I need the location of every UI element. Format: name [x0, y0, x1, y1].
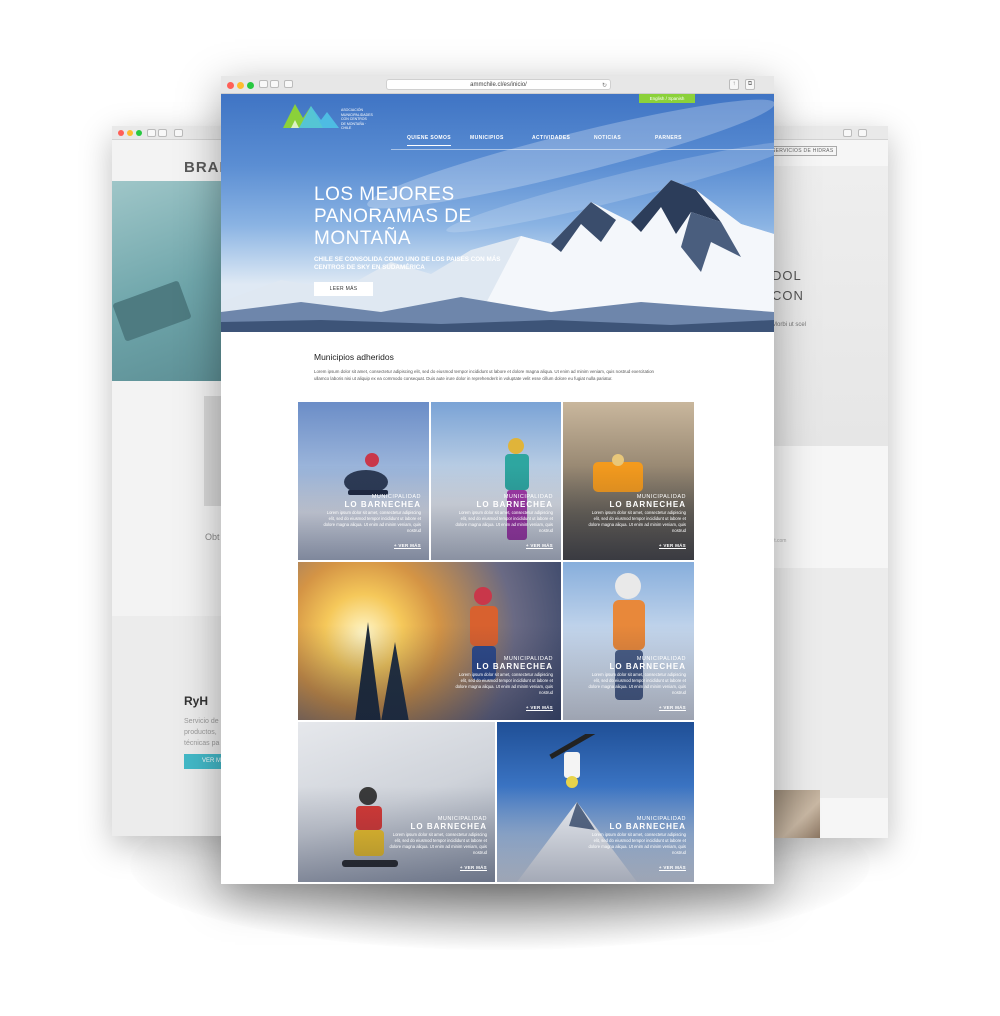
nav-municipios[interactable]: MUNICIPIOS	[470, 135, 504, 141]
tile-description: Lorem ipsum dolor sit amet, consectetur …	[455, 672, 553, 695]
tile-name: LO BARNECHEA	[476, 662, 553, 671]
hero-title: LOS MEJORES PANORAMAS DE MONTAÑA	[314, 184, 472, 249]
tile-name: LO BARNECHEA	[609, 500, 686, 509]
share-icon[interactable]: ↑	[729, 79, 739, 90]
municipio-tile[interactable]: MUNICIPALIDAD LO BARNECHEA Lorem ipsum d…	[563, 562, 694, 720]
municipio-tile[interactable]: MUNICIPALIDAD LO BARNECHEA Lorem ipsum d…	[298, 402, 429, 560]
tile-description: Lorem ipsum dolor sit amet, consectetur …	[323, 510, 421, 533]
heading-line-1: DOL	[772, 268, 802, 283]
tile-name: LO BARNECHEA	[410, 822, 487, 831]
tile-name: LO BARNECHEA	[609, 822, 686, 831]
main-chrome: ammchile.cl/es/inicio/ ↻ ↑ ⧉	[221, 76, 774, 94]
municipios-grid: MUNICIPALIDAD LO BARNECHEA Lorem ipsum d…	[298, 402, 694, 884]
tablet-shape	[112, 280, 192, 342]
tile-caption: MUNICIPALIDAD LO BARNECHEA Lorem ipsum d…	[586, 494, 686, 552]
ryh-description: Servicio de productos, técnicas pa	[184, 718, 220, 747]
hero-section: ASOCIACIÓN MUNICIPALIDADES CON CENTROS D…	[221, 94, 774, 332]
minimize-dot-icon[interactable]	[237, 82, 244, 89]
forward-arrow-icon[interactable]	[158, 129, 167, 137]
ver-mas-link[interactable]: + VER MÁS	[658, 705, 686, 711]
sidebar-icon[interactable]	[174, 129, 183, 137]
main-browser-window: ammchile.cl/es/inicio/ ↻ ↑ ⧉ ASOCIACIÓN …	[221, 76, 774, 884]
grey-block	[204, 396, 222, 506]
share-icon[interactable]	[843, 129, 852, 137]
tile-caption: MUNICIPALIDAD LO BARNECHEA Lorem ipsum d…	[321, 494, 421, 552]
tile-name: LO BARNECHEA	[344, 500, 421, 509]
hero-body-text: Morbi ut scel	[772, 322, 807, 328]
municipio-tile[interactable]: MUNICIPALIDAD LO BARNECHEA Lorem ipsum d…	[563, 402, 694, 560]
services-nav-button[interactable]: SERVICIOS DE HIDRAS	[768, 146, 838, 156]
ver-mas-link[interactable]: + VER MÁS	[658, 865, 686, 871]
mockup-stage: BRAND Obt RyH Servicio de productos, téc…	[0, 0, 1000, 1016]
address-bar[interactable]: ammchile.cl/es/inicio/ ↻	[386, 79, 611, 90]
tabs-icon[interactable]	[858, 129, 867, 137]
ver-mas-link[interactable]: + VER MÁS	[459, 865, 487, 871]
obt-text: Obt	[205, 532, 220, 542]
zoom-dot-icon[interactable]	[136, 130, 142, 136]
tile-description: Lorem ipsum dolor sit amet, consectetur …	[389, 832, 487, 855]
ver-mas-button[interactable]: VER M	[184, 754, 224, 769]
logo-text: ASOCIACIÓN MUNICIPALIDADES CON CENTROS D…	[341, 108, 373, 130]
nav-parners[interactable]: PARNERS	[655, 135, 682, 141]
nav-noticias[interactable]: NOTICIAS	[594, 135, 621, 141]
nav-divider	[391, 149, 774, 150]
forward-arrow-icon[interactable]	[270, 80, 279, 88]
tile-caption: MUNICIPALIDAD LO BARNECHEA Lorem ipsum d…	[586, 816, 686, 874]
hero-heading: DOL CON	[772, 266, 804, 306]
municipio-tile[interactable]: MUNICIPALIDAD LO BARNECHEA Lorem ipsum d…	[298, 722, 495, 882]
municipio-tile[interactable]: MUNICIPALIDAD LO BARNECHEA Lorem ipsum d…	[431, 402, 561, 560]
rock-photo	[774, 790, 820, 838]
tile-caption: MUNICIPALIDAD LO BARNECHEA Lorem ipsum d…	[453, 494, 553, 552]
ver-mas-link[interactable]: + VER MÁS	[658, 543, 686, 549]
municipios-title: Municipios adheridos	[314, 352, 394, 362]
nav-actividades[interactable]: ACTIVIDADES	[532, 135, 570, 141]
woman-tablet-photo	[112, 181, 222, 381]
tile-description: Lorem ipsum dolor sit amet, consectetur …	[588, 672, 686, 695]
tile-name: LO BARNECHEA	[609, 662, 686, 671]
tile-caption: MUNICIPALIDAD LO BARNECHEA Lorem ipsum d…	[387, 816, 487, 874]
tile-caption: MUNICIPALIDAD LO BARNECHEA Lorem ipsum d…	[453, 656, 553, 714]
mountain-logo-icon[interactable]	[281, 100, 341, 128]
tile-caption: MUNICIPALIDAD LO BARNECHEA Lorem ipsum d…	[586, 656, 686, 714]
tile-description: Lorem ipsum dolor sit amet, consectetur …	[588, 510, 686, 533]
tabs-icon[interactable]: ⧉	[745, 79, 755, 90]
municipio-tile[interactable]: MUNICIPALIDAD LO BARNECHEA Lorem ipsum d…	[497, 722, 694, 882]
hero-subtitle: CHILE SE CONSOLIDA COMO UNO DE LOS PAISE…	[314, 256, 501, 271]
municipios-text: Lorem ipsum dolor sit amet, consectetur …	[314, 369, 654, 381]
close-dot-icon[interactable]	[227, 82, 234, 89]
sidebar-icon[interactable]	[284, 80, 293, 88]
email-text: ilt.com	[772, 538, 787, 544]
tile-name: LO BARNECHEA	[476, 500, 553, 509]
zoom-dot-icon[interactable]	[247, 82, 254, 89]
ver-mas-link[interactable]: + VER MÁS	[525, 543, 553, 549]
main-navigation: ASOCIACIÓN MUNICIPALIDADES CON CENTROS D…	[221, 94, 774, 154]
heading-line-2: CON	[772, 288, 804, 303]
url-text: ammchile.cl/es/inicio/	[470, 82, 527, 88]
ver-mas-link[interactable]: + VER MÁS	[393, 543, 421, 549]
close-dot-icon[interactable]	[118, 130, 124, 136]
nav-quiene-somos[interactable]: QUIENE SOMOS	[407, 135, 451, 146]
reload-icon[interactable]: ↻	[602, 81, 607, 91]
back-arrow-icon[interactable]	[259, 80, 268, 88]
municipio-tile[interactable]: MUNICIPALIDAD LO BARNECHEA Lorem ipsum d…	[298, 562, 561, 720]
marble-hero	[770, 166, 888, 446]
tile-description: Lorem ipsum dolor sit amet, consectetur …	[588, 832, 686, 855]
language-toggle-button[interactable]: English / Spanish	[639, 94, 695, 103]
ver-mas-link[interactable]: + VER MÁS	[525, 705, 553, 711]
leer-mas-button[interactable]: LEER MÁS	[314, 282, 373, 296]
back-arrow-icon[interactable]	[147, 129, 156, 137]
ryh-title: RyH	[184, 694, 209, 708]
tile-description: Lorem ipsum dolor sit amet, consectetur …	[455, 510, 553, 533]
minimize-dot-icon[interactable]	[127, 130, 133, 136]
